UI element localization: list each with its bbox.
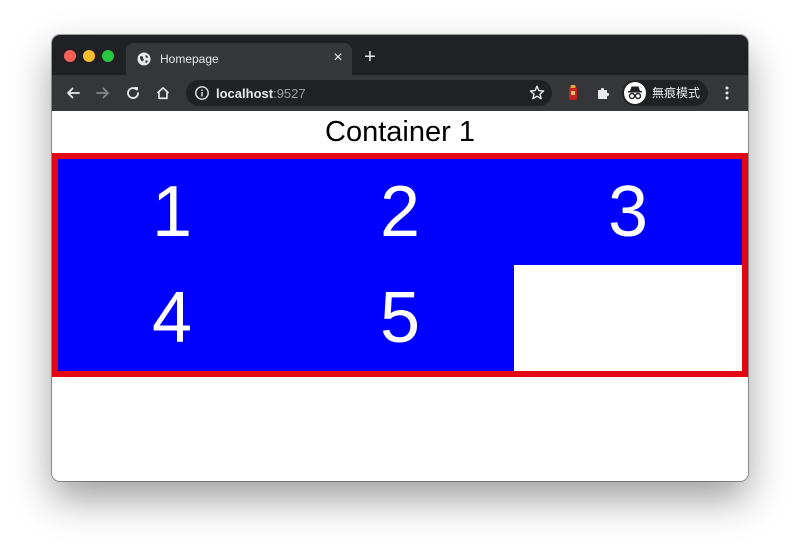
incognito-label: 無痕模式 (652, 86, 701, 100)
arrow-right-icon (96, 87, 109, 99)
puzzle-icon (598, 87, 610, 99)
tab-close-button[interactable]: × (330, 50, 346, 66)
incognito-icon (628, 86, 642, 100)
extension-icon (569, 85, 577, 100)
kebab-menu-icon (725, 86, 729, 100)
avatar (624, 82, 646, 104)
tab-title: Homepage (160, 52, 219, 66)
title-bar: Homepage × + (52, 35, 748, 75)
home-button[interactable] (152, 82, 174, 104)
window-close-button[interactable] (64, 50, 76, 62)
address-bar[interactable]: localhost:9527 (186, 80, 552, 106)
page-title: Container 1 (325, 116, 475, 148)
tab-homepage[interactable]: Homepage × (126, 43, 352, 75)
new-tab-button[interactable]: + (360, 47, 380, 67)
home-icon (156, 87, 170, 100)
extension-button[interactable] (562, 82, 584, 104)
url-port: :9527 (273, 86, 306, 101)
info-icon[interactable] (194, 85, 210, 101)
grid-container: 1 2 3 4 5 (52, 153, 748, 377)
incognito-profile-button[interactable]: 無痕模式 (622, 80, 708, 106)
globe-icon (137, 52, 151, 66)
url-text[interactable]: localhost:9527 (216, 86, 306, 101)
extensions-menu-button[interactable] (592, 82, 614, 104)
grid-item-3: 3 (514, 159, 742, 265)
reload-button[interactable] (122, 82, 144, 104)
grid-item-2: 2 (286, 159, 514, 265)
page-viewport: Container 1 1 2 3 4 5 (52, 111, 748, 481)
url-host: localhost (216, 86, 274, 101)
forward-button[interactable] (92, 82, 114, 104)
arrow-left-icon (67, 87, 80, 99)
back-button[interactable] (62, 82, 84, 104)
window-maximize-button[interactable] (102, 50, 114, 62)
star-icon[interactable] (528, 84, 546, 102)
grid-item-4: 4 (58, 265, 286, 371)
window-minimize-button[interactable] (83, 50, 95, 62)
browser-toolbar: localhost:9527 無痕模式 (52, 75, 748, 111)
reload-icon (127, 87, 139, 99)
grid-item-5: 5 (286, 265, 514, 371)
browser-window: Homepage × + localhost:9527 無痕模式 Contain… (52, 35, 748, 481)
browser-menu-button[interactable] (716, 82, 738, 104)
grid-item-1: 1 (58, 159, 286, 265)
